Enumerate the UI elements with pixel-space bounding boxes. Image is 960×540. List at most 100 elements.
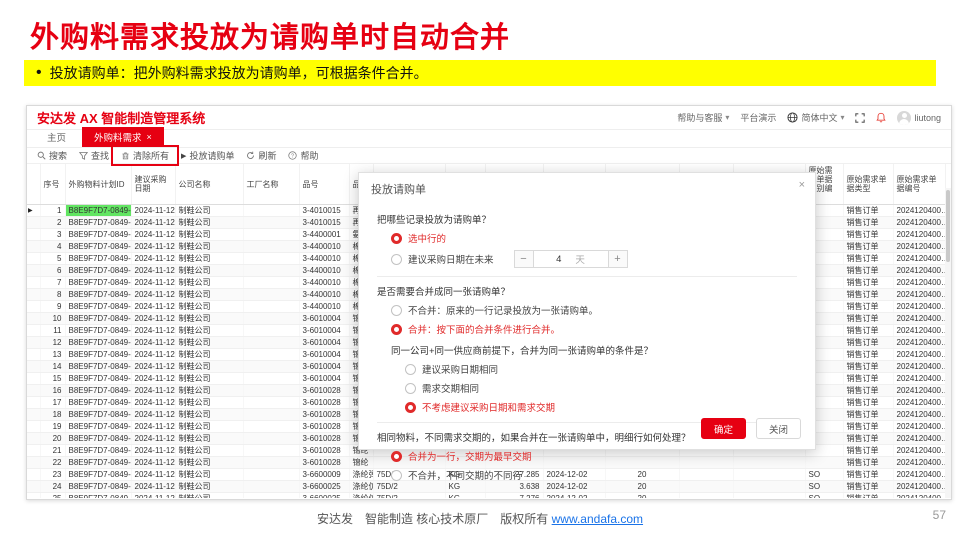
table-cell	[27, 289, 40, 301]
table-cell: 制鞋公司	[175, 229, 243, 241]
table-cell: 2024120400…	[893, 289, 945, 301]
radio-future-date[interactable]: 建议采购日期在未来 − 4天 +	[391, 250, 797, 268]
help-menu[interactable]: 帮助与客服▾	[677, 111, 729, 124]
column-header[interactable]: 原始需求单据类型	[843, 164, 893, 205]
table-cell: 制鞋公司	[175, 217, 243, 229]
table-cell	[243, 445, 299, 457]
table-cell: 2024-11-12	[131, 433, 175, 445]
table-cell: 8	[40, 289, 65, 301]
table-cell: 3-4400010	[299, 301, 349, 313]
table-cell: 2024120400…	[893, 337, 945, 349]
user-menu[interactable]: liutong	[897, 111, 941, 125]
scrollbar-thumb[interactable]	[946, 190, 950, 262]
radio-merge-one-line[interactable]: 合并为一行，交期为最早交期	[391, 449, 797, 463]
table-cell: 2024-11-12	[131, 253, 175, 265]
table-cell	[27, 301, 40, 313]
table-cell: 2024-11-12	[131, 313, 175, 325]
table-cell: 销售订单	[843, 481, 893, 493]
table-cell: 2024-11-12	[131, 349, 175, 361]
table-cell: 2024120400…	[893, 457, 945, 469]
table-cell: 7	[40, 277, 65, 289]
bullet-text: 投放请购单：把外购料需求投放为请购单，可根据条件合并。	[50, 63, 428, 83]
table-cell	[243, 265, 299, 277]
column-header[interactable]: 外购物料计划ID	[65, 164, 131, 205]
table-cell: B8E9F7D7-0849-…	[65, 361, 131, 373]
table-cell	[27, 373, 40, 385]
clear-all-button[interactable]: 清除所有	[121, 149, 169, 162]
stepper-plus-button[interactable]: +	[608, 250, 628, 268]
table-cell: 销售订单	[843, 337, 893, 349]
close-icon[interactable]: ×	[799, 179, 805, 191]
radio-separate-lines[interactable]: 不合并，不同交期的不同行	[391, 468, 797, 482]
help-button[interactable]: ? 帮助	[288, 149, 318, 162]
table-cell: 3-4400010	[299, 277, 349, 289]
table-cell: 制鞋公司	[175, 361, 243, 373]
column-header[interactable]: 品号	[299, 164, 349, 205]
column-header[interactable]: 工厂名称	[243, 164, 299, 205]
table-cell	[679, 481, 733, 493]
table-row[interactable]: 25B8E9F7D7-0849-…2024-11-12制鞋公司3-6600025…	[27, 493, 945, 499]
table-cell: 2024-12-02	[543, 481, 605, 493]
question-merge-condition: 同一公司+同一供应商前提下，合并为同一张请购单的条件是？	[391, 343, 797, 357]
radio-merge-by-condition[interactable]: 合并：按下面的合并条件进行合并。	[391, 322, 797, 336]
table-cell: 6	[40, 265, 65, 277]
chevron-down-icon: ▾	[725, 113, 729, 122]
table-cell: 14	[40, 361, 65, 373]
platform-demo-link[interactable]: 平台演示	[740, 111, 776, 124]
table-cell	[243, 409, 299, 421]
table-cell: 15	[40, 373, 65, 385]
table-cell: 3-6010004	[299, 325, 349, 337]
radio-icon	[391, 254, 402, 265]
table-cell: 涤纶仿尼龙	[349, 493, 373, 499]
table-cell	[243, 337, 299, 349]
column-header[interactable]: 建议采购日期	[131, 164, 175, 205]
search-button[interactable]: 搜索	[37, 149, 67, 162]
refresh-button[interactable]: 刷新	[246, 149, 276, 162]
table-cell: 2024120400…	[893, 205, 945, 217]
table-cell: 13	[40, 349, 65, 361]
table-cell	[27, 433, 40, 445]
column-header[interactable]: 公司名称	[175, 164, 243, 205]
stepper-minus-button[interactable]: −	[514, 250, 534, 268]
table-cell: 2	[40, 217, 65, 229]
table-cell: 制鞋公司	[175, 385, 243, 397]
tab-purchase-demand[interactable]: 外购料需求 ×	[82, 127, 164, 147]
vertical-scrollbar[interactable]	[945, 188, 951, 498]
table-cell	[27, 229, 40, 241]
language-menu[interactable]: 简体中文▾	[787, 111, 844, 124]
table-cell: 2024120400…	[893, 313, 945, 325]
radio-same-demand-date[interactable]: 需求交期相同	[405, 381, 797, 395]
table-cell	[27, 325, 40, 337]
fullscreen-button[interactable]	[855, 113, 865, 123]
column-header[interactable]: 序号	[40, 164, 65, 205]
table-cell	[27, 397, 40, 409]
radio-no-merge[interactable]: 不合并：原来的一行记录投放为一张请购单。	[391, 303, 797, 317]
table-cell: 销售订单	[843, 385, 893, 397]
radio-same-purchase-date[interactable]: 建议采购日期相同	[405, 362, 797, 376]
notification-button[interactable]	[876, 112, 886, 123]
table-row[interactable]: 24B8E9F7D7-0849-…2024-11-12制鞋公司3-6600025…	[27, 481, 945, 493]
table-cell: 10	[40, 313, 65, 325]
table-cell: 3-4400010	[299, 241, 349, 253]
table-cell: 销售订单	[843, 469, 893, 481]
radio-ignore-dates[interactable]: 不考虑建议采购日期和需求交期	[405, 400, 797, 414]
release-requisition-button[interactable]: ▶ 投放请购单	[181, 149, 234, 162]
days-input[interactable]: 4天	[534, 250, 608, 268]
table-cell: 销售订单	[843, 373, 893, 385]
website-link[interactable]: www.andafa.com	[552, 512, 643, 526]
table-cell: 2024120400…	[893, 385, 945, 397]
column-header[interactable]	[27, 164, 40, 205]
find-button[interactable]: 查找	[79, 149, 109, 162]
table-cell: 2024-11-12	[131, 229, 175, 241]
close-icon[interactable]: ×	[147, 132, 152, 142]
confirm-button[interactable]: 确定	[701, 418, 746, 439]
column-header[interactable]: 原始需求单据编号	[893, 164, 945, 205]
table-cell: 2024-11-12	[131, 421, 175, 433]
radio-selected-rows[interactable]: 选中行的	[391, 231, 797, 245]
table-cell: 销售订单	[843, 457, 893, 469]
close-button[interactable]: 关闭	[756, 418, 801, 439]
table-cell: 2024120400…	[893, 301, 945, 313]
table-cell: 4	[40, 241, 65, 253]
tab-home[interactable]: 主页	[35, 127, 78, 147]
table-cell: ▶	[27, 205, 40, 217]
